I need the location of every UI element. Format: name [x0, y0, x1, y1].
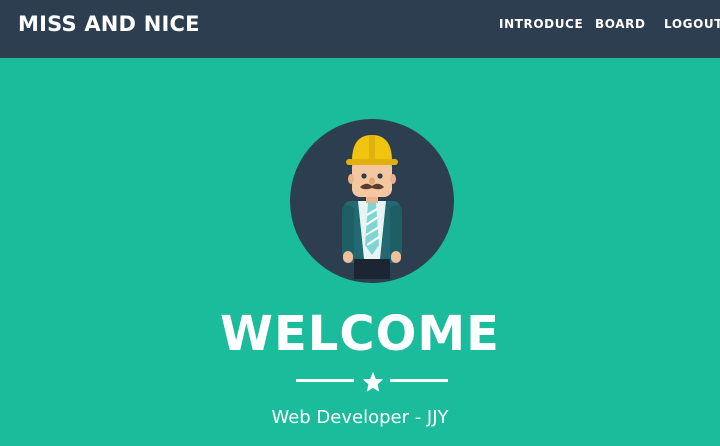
developer-avatar-icon	[290, 119, 454, 283]
brand-logo[interactable]: MISS AND NICE	[18, 12, 200, 36]
navbar: MISS AND NICE INTRODUCE BOARD LOGOUT	[0, 0, 720, 58]
star-icon	[362, 371, 384, 392]
subtitle: Web Developer - JJY	[271, 407, 449, 428]
divider-line-left	[296, 379, 354, 382]
star-divider	[296, 371, 450, 392]
welcome-title: WELCOME	[220, 306, 500, 362]
nav-link-logout[interactable]: LOGOUT	[664, 17, 720, 31]
nav-link-board[interactable]: BOARD	[595, 17, 646, 31]
divider-line-right	[390, 379, 448, 382]
masthead: WELCOME Web Developer - JJY	[0, 58, 720, 446]
nav-link-introduce[interactable]: INTRODUCE	[499, 17, 583, 31]
avatar	[290, 119, 454, 283]
